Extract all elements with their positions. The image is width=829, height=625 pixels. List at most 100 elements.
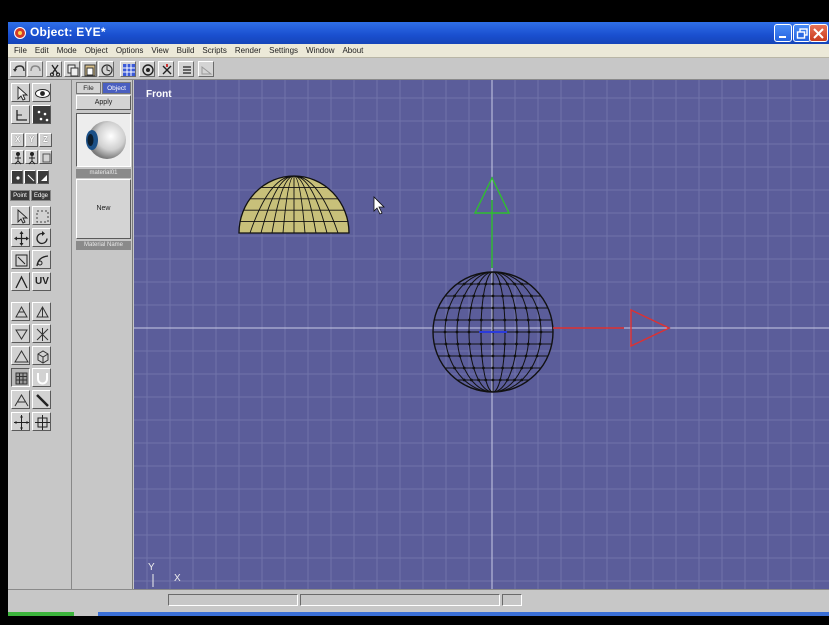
- menu-render[interactable]: Render: [231, 46, 265, 55]
- tab-object[interactable]: Object: [102, 82, 131, 94]
- points-tool[interactable]: [32, 105, 51, 124]
- figure-tool-b[interactable]: [25, 150, 38, 165]
- sphere-snap-button[interactable]: [139, 61, 155, 77]
- title-bar[interactable]: Object: EYE*: [8, 22, 829, 44]
- move-arrows-icon: [14, 231, 29, 246]
- tab-file[interactable]: File: [76, 82, 101, 94]
- menu-view[interactable]: View: [147, 46, 172, 55]
- main-toolbar: [8, 58, 829, 80]
- axis-x-indicator: X: [174, 573, 181, 584]
- menu-settings[interactable]: Settings: [265, 46, 302, 55]
- cone-icon: [14, 394, 29, 407]
- dot-tool[interactable]: [11, 170, 23, 184]
- deform-tool-c[interactable]: [11, 324, 30, 343]
- magnet-icon: [37, 373, 48, 385]
- grid-icon: [123, 64, 135, 76]
- front-viewport[interactable]: Front Y X: [134, 80, 829, 589]
- minimize-button[interactable]: [774, 24, 792, 42]
- scale-tool[interactable]: [11, 250, 30, 269]
- marquee-icon: [36, 210, 49, 223]
- menu-file[interactable]: File: [10, 46, 31, 55]
- deform-tool-a[interactable]: [11, 302, 30, 321]
- mesh-icon: [15, 305, 28, 318]
- deform-tool-e[interactable]: [11, 346, 30, 365]
- close-icon: [813, 28, 824, 39]
- pyramid-icon: [14, 350, 29, 363]
- copy-button[interactable]: [64, 61, 80, 77]
- center-tool[interactable]: [11, 412, 30, 431]
- line-tool[interactable]: [24, 170, 36, 184]
- axis-z-button[interactable]: Z: [39, 133, 52, 147]
- axis-x-button[interactable]: X: [11, 133, 24, 147]
- align-tool[interactable]: [32, 412, 51, 431]
- translate-tool[interactable]: [11, 228, 30, 247]
- axis-tool[interactable]: [11, 105, 30, 124]
- viewport-label: Front: [146, 89, 172, 100]
- status-bar: [8, 589, 829, 616]
- status-field-a: [168, 594, 298, 606]
- grid-button[interactable]: [120, 61, 136, 77]
- bend-tool[interactable]: [32, 250, 51, 269]
- deform-tool-d[interactable]: [32, 324, 51, 343]
- redo-icon: [30, 65, 41, 72]
- menu-build[interactable]: Build: [173, 46, 199, 55]
- box-tool[interactable]: [39, 150, 52, 164]
- view-eye-tool[interactable]: [32, 83, 51, 102]
- menu-object[interactable]: Object: [81, 46, 112, 55]
- taper-tool[interactable]: [11, 272, 30, 291]
- new-material-button[interactable]: New: [76, 179, 131, 239]
- figure-tool-a[interactable]: [11, 150, 24, 165]
- move-button[interactable]: [158, 61, 174, 77]
- bend-icon: [36, 255, 49, 267]
- material-name-display: material01: [76, 169, 131, 178]
- menu-mode[interactable]: Mode: [53, 46, 81, 55]
- app-icon: [13, 26, 27, 40]
- axis-y-label: Y: [29, 135, 35, 144]
- minimize-icon: [779, 36, 786, 38]
- status-field-b: [300, 594, 500, 606]
- uv-tool[interactable]: UV: [32, 272, 51, 291]
- deform-tool-b[interactable]: [32, 302, 51, 321]
- lock-button[interactable]: [98, 61, 114, 77]
- material-panel: File Object Apply material01 New Materia…: [74, 80, 133, 589]
- tab-edge[interactable]: Edge: [31, 190, 51, 201]
- status-field-c: [502, 594, 522, 606]
- box-select-tool[interactable]: [32, 206, 51, 225]
- knife-tool[interactable]: [32, 390, 51, 409]
- close-button[interactable]: [809, 24, 828, 42]
- viewport-canvas[interactable]: [134, 80, 829, 589]
- mesh-icon: [36, 328, 49, 341]
- deform-tool-f[interactable]: [32, 346, 51, 365]
- progress-bar: [8, 612, 74, 616]
- menu-options[interactable]: Options: [112, 46, 148, 55]
- rotate-tool[interactable]: [32, 228, 51, 247]
- tool-palette: X Y Z Point Edge UV: [8, 80, 72, 589]
- figure-icon: [14, 152, 22, 165]
- menu-window[interactable]: Window: [302, 46, 338, 55]
- redo-button[interactable]: [27, 61, 43, 77]
- material-name-label: Material Name: [76, 241, 131, 250]
- menu-about[interactable]: About: [338, 46, 367, 55]
- axis-y-button[interactable]: Y: [25, 133, 38, 147]
- cone-tool[interactable]: [11, 390, 30, 409]
- points-icon: [37, 110, 49, 122]
- arrow-cursor-icon: [17, 85, 29, 101]
- undo-button[interactable]: [10, 61, 26, 77]
- crosshair-icon: [14, 415, 29, 430]
- material-preview[interactable]: [76, 113, 131, 167]
- paste-button[interactable]: [81, 61, 97, 77]
- tab-point[interactable]: Point: [10, 190, 30, 201]
- menu-scripts[interactable]: Scripts: [198, 46, 230, 55]
- figure-icon: [28, 152, 36, 165]
- list-button[interactable]: [178, 61, 194, 77]
- face-tool[interactable]: [37, 170, 49, 184]
- cut-button[interactable]: [46, 61, 62, 77]
- axis-z-label: Z: [43, 135, 48, 144]
- magnet-tool[interactable]: [32, 368, 51, 387]
- select-tool[interactable]: [11, 83, 30, 102]
- layer-button[interactable]: [198, 61, 214, 77]
- lattice-tool[interactable]: [11, 368, 30, 387]
- menu-edit[interactable]: Edit: [31, 46, 53, 55]
- apply-button[interactable]: Apply: [76, 95, 131, 110]
- pointer-tool[interactable]: [11, 206, 30, 225]
